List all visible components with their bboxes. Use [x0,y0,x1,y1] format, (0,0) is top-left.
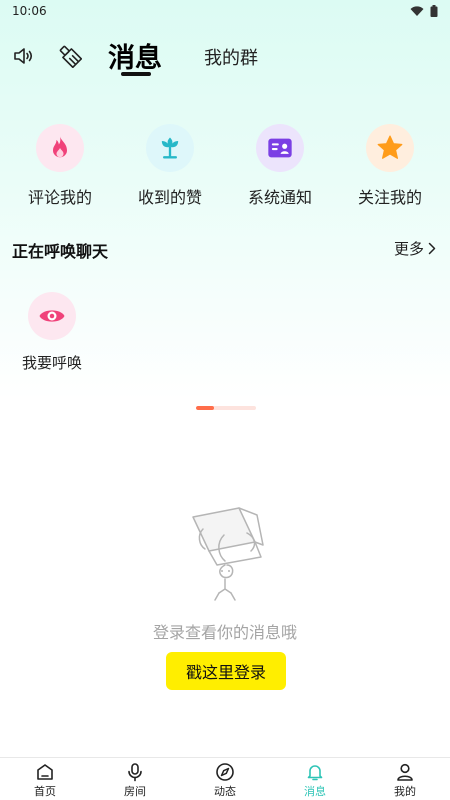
nav-messages[interactable]: 消息 [270,758,360,800]
tab-active-underline [121,72,151,76]
quick-system-notice[interactable]: 系统通知 [225,122,335,212]
nav-room[interactable]: 房间 [90,758,180,800]
tab-my-groups[interactable]: 我的群 [204,44,258,70]
carousel-indicator [196,406,256,410]
nav-feed[interactable]: 动态 [180,758,270,800]
quick-followers[interactable]: 关注我的 [335,122,445,212]
nav-me-label: 我的 [394,785,416,798]
carousel-indicator-fill [196,406,214,410]
quick-comments[interactable]: 评论我的 [5,122,115,212]
quick-comments-label: 评论我的 [27,188,92,207]
empty-state-text: 登录查看你的消息哦 [152,623,297,642]
battery-icon [430,5,438,17]
header: 消息 我的群 [0,30,450,82]
flame-icon [53,136,67,158]
id-card-icon [268,138,292,158]
chevron-right-icon [428,242,436,255]
more-link[interactable]: 更多 [394,238,436,259]
call-me-label: 我要呼唤 [21,354,82,372]
home-icon [37,764,53,780]
quick-followers-label: 关注我的 [357,188,422,207]
empty-box-illustration [192,507,264,601]
call-me-item[interactable]: 我要呼唤 [18,290,86,373]
eye-icon [39,310,65,322]
nav-room-label: 房间 [124,785,146,798]
login-button[interactable]: 戳这里登录 [166,652,286,690]
mic-icon [128,763,142,782]
nav-feed-label: 动态 [214,785,236,798]
calling-section-title: 正在呼唤聊天 [12,242,109,261]
wifi-icon [410,5,424,16]
quick-likes-label: 收到的赞 [137,188,202,207]
speaker-icon[interactable] [12,44,36,68]
status-time: 10:06 [12,4,47,18]
compass-icon [216,763,234,781]
bell-icon [307,765,323,781]
quick-actions: 评论我的 收到的赞 系统通知 关注我的 [0,122,450,212]
bottom-nav: 首页 房间 动态 消息 我的 [0,757,450,800]
nav-me[interactable]: 我的 [360,758,450,800]
nav-home-label: 首页 [34,785,56,798]
nav-home[interactable]: 首页 [0,758,90,800]
nav-messages-label: 消息 [304,785,326,798]
quick-system-notice-label: 系统通知 [247,188,312,207]
star-icon [377,135,403,159]
broom-icon[interactable] [58,44,82,68]
person-icon [397,763,413,781]
more-label: 更多 [393,240,424,258]
quick-likes[interactable]: 收到的赞 [115,122,225,212]
tab-messages[interactable]: 消息 [108,36,162,75]
status-bar: 10:06 [0,0,450,22]
lotus-icon [161,137,179,159]
